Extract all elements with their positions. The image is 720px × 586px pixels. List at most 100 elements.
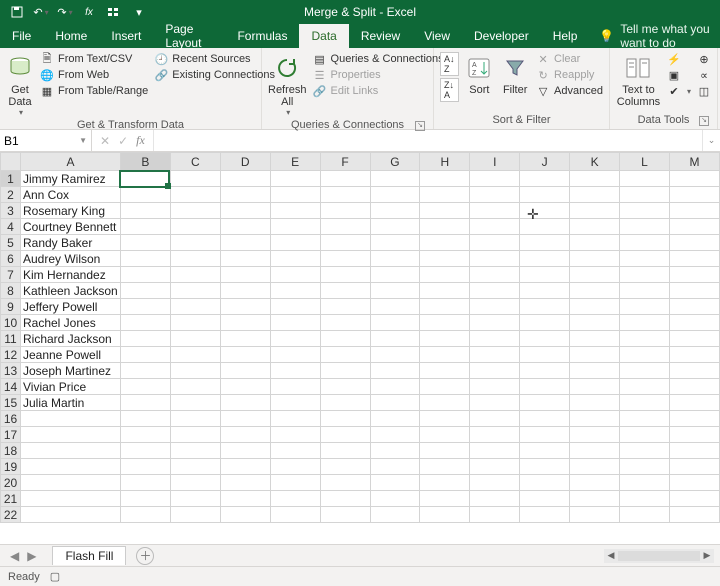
col-header-H[interactable]: H [420,153,470,171]
cell[interactable] [420,299,470,315]
cell[interactable] [420,475,470,491]
cell[interactable] [470,331,520,347]
macro-record-icon[interactable]: ▢ [50,570,60,583]
cell[interactable]: Rosemary King [20,203,120,219]
scroll-right-icon[interactable]: ▶ [700,550,714,561]
cell[interactable] [170,363,220,379]
cell[interactable] [320,427,370,443]
cell[interactable]: Richard Jackson [20,331,120,347]
cell[interactable] [270,491,320,507]
cell[interactable]: Courtney Bennett [20,219,120,235]
cell[interactable] [320,251,370,267]
cell[interactable] [620,203,670,219]
cell[interactable] [220,395,270,411]
name-box-input[interactable] [4,134,64,148]
tab-view[interactable]: View [412,24,462,48]
cell[interactable] [20,475,120,491]
cell[interactable] [520,395,570,411]
cell[interactable] [669,299,719,315]
cell[interactable] [420,395,470,411]
cell[interactable] [120,283,170,299]
cell[interactable]: Kathleen Jackson [20,283,120,299]
cell[interactable] [120,427,170,443]
cell[interactable] [420,315,470,331]
row-header[interactable]: 10 [1,315,21,331]
row-header[interactable]: 13 [1,363,21,379]
cell[interactable] [170,219,220,235]
cell[interactable] [170,251,220,267]
from-table-range-button[interactable]: ▦From Table/Range [40,84,148,98]
cell[interactable] [520,203,570,219]
cell[interactable] [570,299,620,315]
tab-developer[interactable]: Developer [462,24,541,48]
cell[interactable] [220,203,270,219]
cell[interactable] [570,219,620,235]
cell[interactable] [320,507,370,523]
cell[interactable] [620,267,670,283]
cell[interactable] [470,235,520,251]
cell[interactable] [20,459,120,475]
cell[interactable] [370,363,420,379]
cell[interactable]: Vivian Price [20,379,120,395]
cell[interactable] [270,363,320,379]
cell[interactable] [669,331,719,347]
row-header[interactable]: 21 [1,491,21,507]
sort-desc-button[interactable]: Z↓A [440,78,459,102]
horizontal-scrollbar[interactable]: ◀ ▶ [604,549,714,563]
cell[interactable] [270,331,320,347]
cell[interactable] [320,267,370,283]
cell[interactable] [620,283,670,299]
cell[interactable] [520,411,570,427]
cell[interactable] [320,331,370,347]
col-header-B[interactable]: B [120,153,170,171]
cell[interactable] [170,379,220,395]
cell[interactable] [620,251,670,267]
cell[interactable] [420,363,470,379]
cell[interactable] [420,427,470,443]
cell[interactable] [669,363,719,379]
cell[interactable] [370,491,420,507]
fx-icon[interactable]: fx [136,133,145,148]
cell[interactable] [370,235,420,251]
cell[interactable] [520,251,570,267]
flash-fill-button[interactable]: ⚡ [667,52,691,66]
col-header-L[interactable]: L [620,153,670,171]
row-header[interactable]: 2 [1,187,21,203]
cell[interactable]: Joseph Martinez [20,363,120,379]
cell[interactable] [320,475,370,491]
redo-icon[interactable]: ↷▾ [58,5,72,19]
tab-insert[interactable]: Insert [99,24,153,48]
cell[interactable]: Julia Martin [20,395,120,411]
cell[interactable] [120,491,170,507]
cell[interactable] [520,219,570,235]
cell[interactable] [120,235,170,251]
col-header-I[interactable]: I [470,153,520,171]
formula-bar-expand-icon[interactable]: ⌄ [702,130,720,151]
cell[interactable] [520,443,570,459]
cell[interactable] [370,283,420,299]
cell[interactable] [320,395,370,411]
tab-formulas[interactable]: Formulas [225,24,299,48]
tab-review[interactable]: Review [349,24,412,48]
cell[interactable]: Rachel Jones [20,315,120,331]
cell[interactable] [320,347,370,363]
cell[interactable] [620,379,670,395]
cell[interactable] [520,331,570,347]
cell[interactable] [120,443,170,459]
name-box-dropdown-icon[interactable]: ▼ [79,136,87,145]
row-header[interactable]: 15 [1,395,21,411]
cell[interactable]: Kim Hernandez [20,267,120,283]
cell[interactable] [120,251,170,267]
tab-help[interactable]: Help [541,24,590,48]
row-header[interactable]: 16 [1,411,21,427]
cell[interactable] [620,187,670,203]
cell[interactable] [270,299,320,315]
tell-me-search[interactable]: 💡 Tell me what you want to do [589,24,720,48]
cell[interactable] [170,283,220,299]
recent-sources-button[interactable]: 🕘Recent Sources [154,52,275,66]
cell[interactable] [570,315,620,331]
cell[interactable] [420,219,470,235]
cell[interactable] [370,315,420,331]
cell[interactable] [320,363,370,379]
sheet-tab-active[interactable]: Flash Fill [52,546,126,565]
